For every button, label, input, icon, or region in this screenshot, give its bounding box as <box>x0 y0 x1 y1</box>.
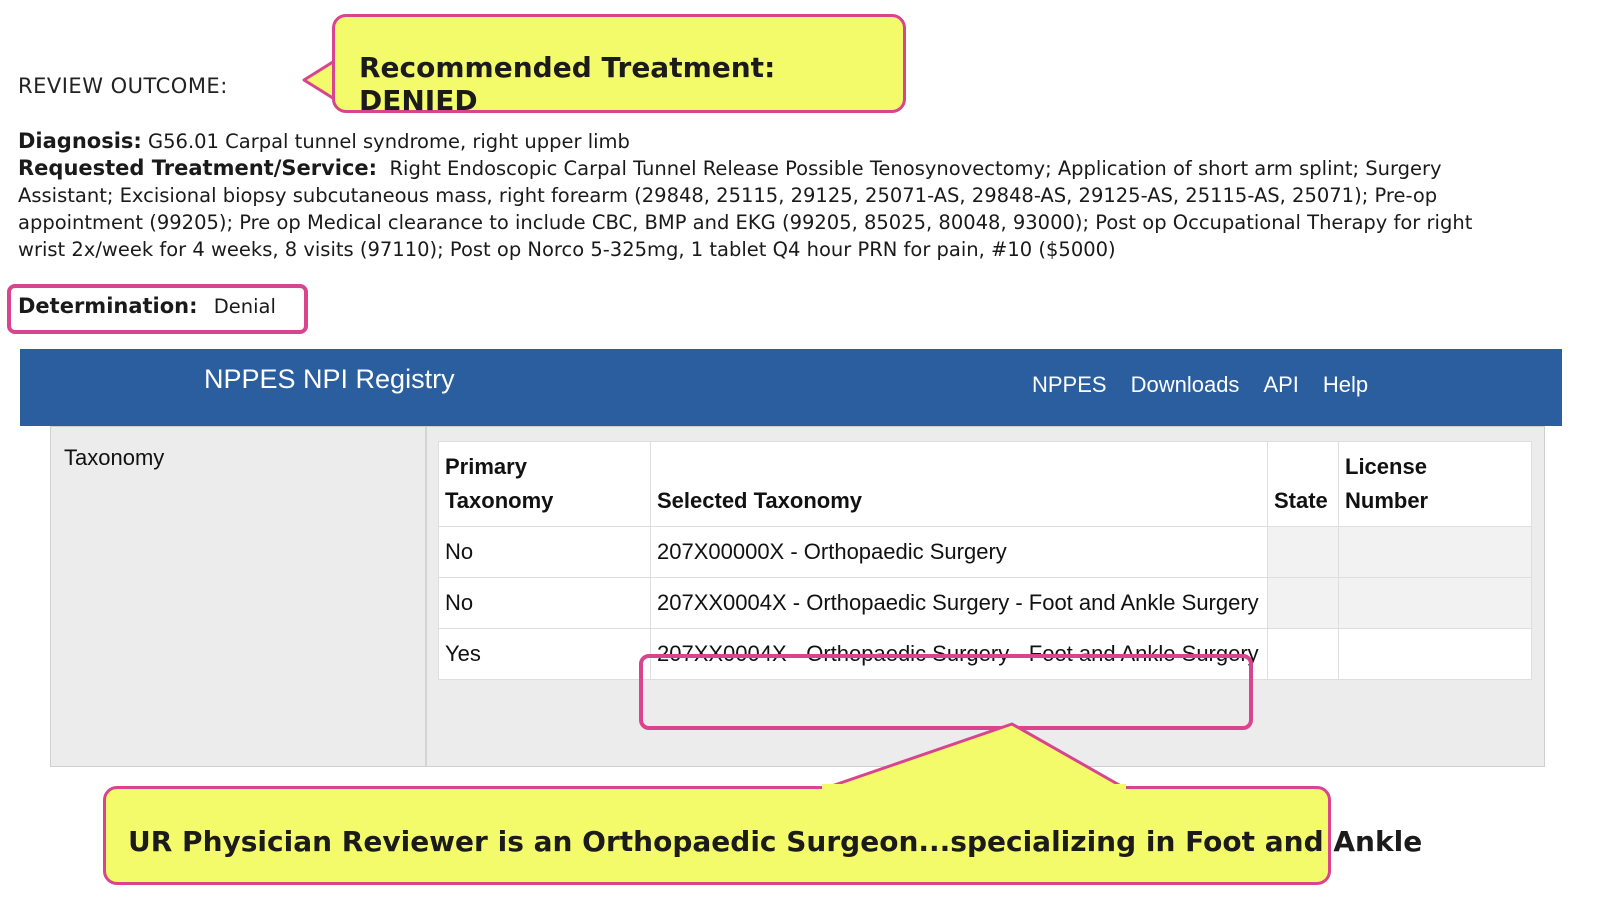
nav-link-downloads[interactable]: Downloads <box>1131 372 1240 398</box>
nav-link-api[interactable]: API <box>1263 372 1298 398</box>
cell-license <box>1338 628 1532 680</box>
nav-link-nppes[interactable]: NPPES <box>1032 372 1107 398</box>
callout-bottom-seam <box>822 784 1126 790</box>
cell-state <box>1267 526 1339 578</box>
cell-license <box>1338 577 1532 629</box>
diagnosis-value: G56.01 Carpal tunnel syndrome, right upp… <box>148 130 630 153</box>
review-outcome-label: REVIEW OUTCOME: <box>18 74 228 98</box>
callout-recommended-treatment: Recommended Treatment: DENIED <box>332 14 906 117</box>
cell-selected-taxonomy: 207X00000X - Orthopaedic Surgery <box>650 526 1268 578</box>
requested-treatment-line: Requested Treatment/Service: Right Endos… <box>18 155 1498 263</box>
header-primary-taxonomy: Primary Taxonomy <box>438 441 651 527</box>
cell-license <box>1338 526 1532 578</box>
callout-reviewer-specialty: UR Physician Reviewer is an Orthopaedic … <box>103 786 1422 885</box>
taxonomy-divider <box>425 427 427 766</box>
nppes-header: NPPES NPI Registry NPPES Downloads API H… <box>20 349 1562 426</box>
callout-top-text: Recommended Treatment: DENIED <box>359 51 776 117</box>
table-row: No 207XX0004X - Orthopaedic Surgery - Fo… <box>438 577 1532 629</box>
cell-primary: No <box>438 577 651 629</box>
review-details: Diagnosis: G56.01 Carpal tunnel syndrome… <box>18 128 1498 288</box>
diagnosis-line: Diagnosis: G56.01 Carpal tunnel syndrome… <box>18 128 1498 155</box>
callout-bottom-text: UR Physician Reviewer is an Orthopaedic … <box>128 825 1423 858</box>
taxonomy-section-label: Taxonomy <box>64 445 165 470</box>
nppes-brand[interactable]: NPPES NPI Registry <box>204 364 455 395</box>
cell-state <box>1267 577 1339 629</box>
determination-highlight-box <box>7 284 308 334</box>
nppes-nav: NPPES Downloads API Help <box>1032 372 1368 398</box>
table-row: No 207X00000X - Orthopaedic Surgery <box>438 526 1532 578</box>
cell-primary: No <box>438 526 651 578</box>
header-state: State <box>1267 441 1339 527</box>
header-license-number: License Number <box>1338 441 1532 527</box>
callout-bottom-pointer <box>818 722 1130 792</box>
cell-state <box>1267 628 1339 680</box>
nav-link-help[interactable]: Help <box>1323 372 1368 398</box>
requested-treatment-label: Requested Treatment/Service: <box>18 156 378 180</box>
primary-taxonomy-highlight-box <box>639 654 1253 730</box>
table-header-row: Primary Taxonomy Selected Taxonomy State… <box>438 441 1532 527</box>
taxonomy-table: Primary Taxonomy Selected Taxonomy State… <box>438 441 1532 680</box>
header-selected-taxonomy: Selected Taxonomy <box>650 441 1268 527</box>
cell-selected-taxonomy: 207XX0004X - Orthopaedic Surgery - Foot … <box>650 577 1268 629</box>
diagnosis-label: Diagnosis: <box>18 129 142 153</box>
cell-primary: Yes <box>438 628 651 680</box>
